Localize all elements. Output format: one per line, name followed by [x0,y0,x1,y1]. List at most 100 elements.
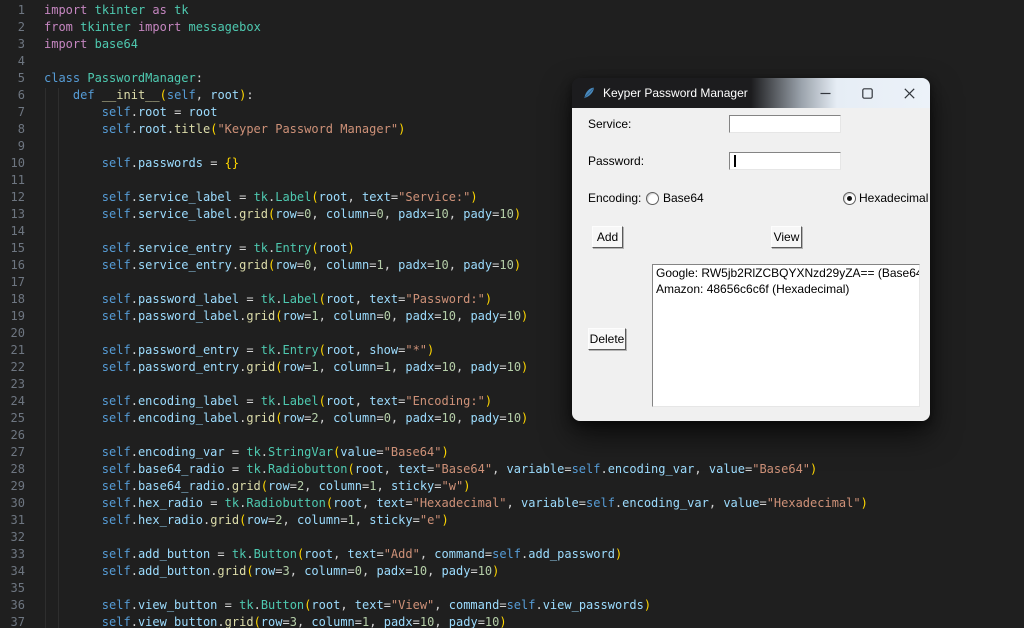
code-text: self.password_entry.grid(row=1, column=1… [101,360,529,374]
line-number: 4 [17,54,25,68]
line-number: 8 [17,122,25,136]
code-line[interactable]: 33 self.add_button = tk.Button(root, tex… [0,546,1024,563]
code-text: self.encoding_var = tk.StringVar(value="… [101,445,449,459]
line-number: 30 [10,496,25,510]
code-text: self.service_entry = tk.Entry(root) [101,241,355,255]
list-item[interactable]: Amazon: 48656c6c6f (Hexadecimal) [653,281,919,297]
code-text: self.password_label.grid(row=1, column=0… [101,309,529,323]
code-line[interactable]: 27 self.encoding_var = tk.StringVar(valu… [0,444,1024,461]
code-line[interactable]: 4 [0,53,1024,70]
line-number: 34 [10,564,25,578]
line-number: 33 [10,547,25,561]
line-number: 32 [10,530,25,544]
delete-button[interactable]: Delete [588,328,626,350]
minimize-button[interactable] [804,78,846,108]
window-titlebar[interactable]: Keyper Password Manager [572,78,930,108]
code-text: self.base64_radio.grid(row=2, column=1, … [101,479,471,493]
line-number: 21 [10,343,25,357]
maximize-icon [861,87,873,99]
radio-base64-label[interactable]: Base64 [663,191,704,205]
code-text: self.hex_radio = tk.Radiobutton(root, te… [101,496,868,510]
code-text: import tkinter as tk [44,3,189,17]
line-number: 15 [10,241,25,255]
code-line[interactable]: 32 [0,529,1024,546]
code-text: self.password_entry = tk.Entry(root, sho… [101,343,435,357]
code-text: self.view_button.grid(row=3, column=1, p… [101,615,507,628]
code-line[interactable]: 29 self.base64_radio.grid(row=2, column=… [0,478,1024,495]
code-line[interactable]: 26 [0,427,1024,444]
line-number: 27 [10,445,25,459]
minimize-icon [820,92,830,94]
close-icon [903,87,915,99]
line-number: 16 [10,258,25,272]
service-label: Service: [588,117,632,131]
code-text: def __init__(self, root): [72,88,254,102]
window-controls [804,78,930,108]
code-text: self.encoding_label.grid(row=2, column=0… [101,411,529,425]
line-number: 19 [10,309,25,323]
code-text: self.service_label.grid(row=0, column=0,… [101,207,522,221]
code-text: self.root = root [101,105,218,119]
code-line[interactable]: 36 self.view_button = tk.Button(root, te… [0,597,1024,614]
indent-guide [58,88,59,628]
code-line[interactable]: 35 [0,580,1024,597]
line-number: 22 [10,360,25,374]
code-text: self.add_button.grid(row=3, column=0, pa… [101,564,500,578]
view-button[interactable]: View [771,226,802,248]
line-number: 24 [10,394,25,408]
code-line[interactable]: 1 import tkinter as tk [0,2,1024,19]
add-button[interactable]: Add [592,226,623,248]
line-number: 13 [10,207,25,221]
encoding-label: Encoding: [588,191,642,205]
line-number: 31 [10,513,25,527]
code-line[interactable]: 34 self.add_button.grid(row=3, column=0,… [0,563,1024,580]
password-listbox[interactable]: Google: RW5jb2RlZCBQYXNzd29yZA== (Base64… [652,264,920,407]
line-number: 35 [10,581,25,595]
code-text: self.passwords = {} [101,156,240,170]
code-text: self.service_label = tk.Label(root, text… [101,190,478,204]
password-entry[interactable] [729,152,841,170]
radio-base64[interactable] [646,192,659,205]
maximize-button[interactable] [846,78,888,108]
line-number: 14 [10,224,25,238]
line-number: 1 [17,3,25,17]
code-text: self.service_entry.grid(row=0, column=1,… [101,258,522,272]
line-number: 25 [10,411,25,425]
line-number: 10 [10,156,25,170]
tk-feather-icon [582,86,596,100]
code-text: import base64 [44,37,138,51]
line-number: 20 [10,326,25,340]
code-line[interactable]: 31 self.hex_radio.grid(row=2, column=1, … [0,512,1024,529]
code-text: self.password_label = tk.Label(root, tex… [101,292,493,306]
line-number: 6 [17,88,25,102]
radio-hexadecimal[interactable] [843,192,856,205]
close-button[interactable] [888,78,930,108]
keyper-app-window: Keyper Password Manager Service: Passwor… [572,78,930,421]
code-line[interactable]: 28 self.base64_radio = tk.Radiobutton(ro… [0,461,1024,478]
code-line[interactable]: 2 from tkinter import messagebox [0,19,1024,36]
password-label: Password: [588,154,645,168]
list-item[interactable]: Google: RW5jb2RlZCBQYXNzd29yZA== (Base64… [653,265,919,281]
line-number: 26 [10,428,25,442]
window-body: Service: Password: Encoding: Base64 Hexa… [572,108,930,421]
line-number: 36 [10,598,25,612]
line-number: 29 [10,479,25,493]
text-caret [734,155,736,167]
line-number: 37 [10,615,25,628]
code-text: from tkinter import messagebox [44,20,261,34]
code-text: self.hex_radio.grid(row=2, column=1, sti… [101,513,449,527]
service-entry[interactable] [729,115,841,133]
line-number: 11 [10,173,25,187]
code-text: self.view_button = tk.Button(root, text=… [101,598,652,612]
code-line[interactable]: 3 import base64 [0,36,1024,53]
line-number: 18 [10,292,25,306]
code-text: self.base64_radio = tk.Radiobutton(root,… [101,462,818,476]
screen: 1 import tkinter as tk 2 from tkinter impor… [0,0,1024,628]
radio-hexadecimal-label[interactable]: Hexadecimal [859,191,928,205]
code-line[interactable]: 30 self.hex_radio = tk.Radiobutton(root,… [0,495,1024,512]
code-line[interactable]: 37 self.view_button.grid(row=3, column=1… [0,614,1024,628]
line-number: 9 [17,139,25,153]
code-text: self.add_button = tk.Button(root, text="… [101,547,623,561]
code-text: self.encoding_label = tk.Label(root, tex… [101,394,493,408]
line-number: 5 [17,71,25,85]
